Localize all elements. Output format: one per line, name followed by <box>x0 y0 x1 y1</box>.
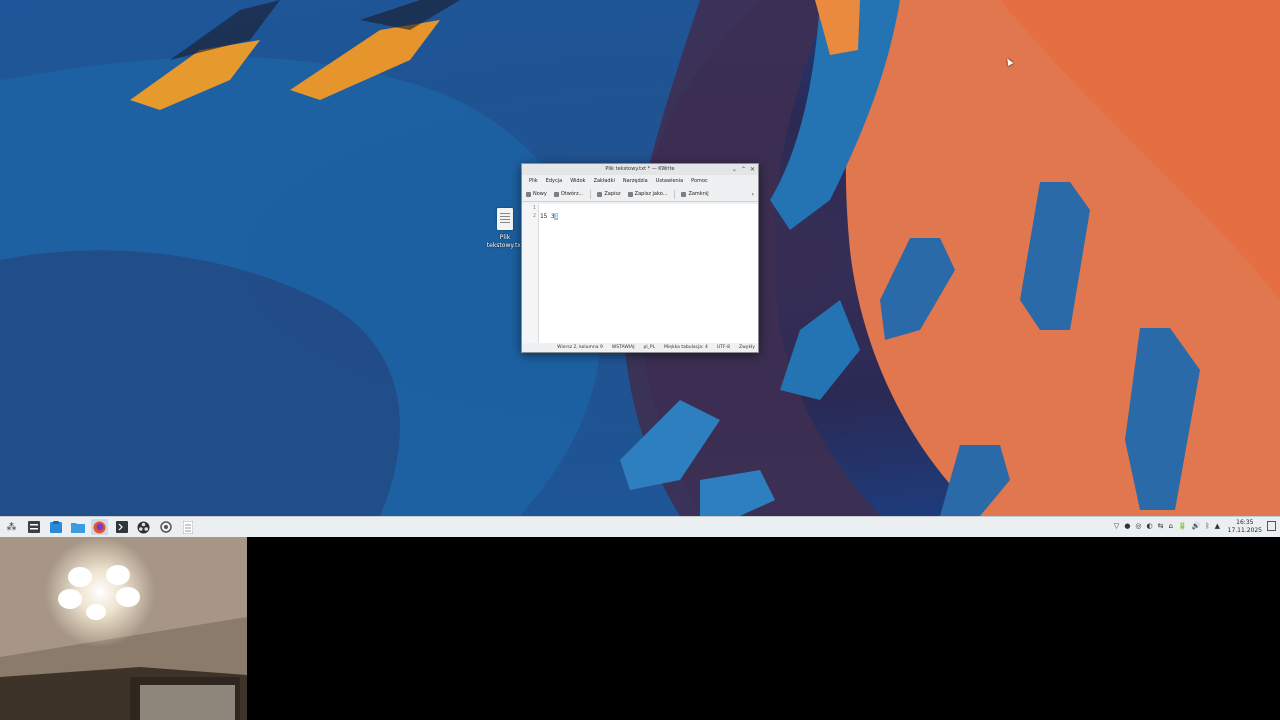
taskbar: ⁂ ▽ ● ◎ ◐ ⇆ ⌂ 🔋 🔊 ᛒ ▲ 16:35 17.11.2025 <box>0 516 1280 537</box>
show-desktop-button[interactable] <box>1267 521 1276 531</box>
webcam-preview <box>0 537 247 720</box>
save-icon <box>597 191 603 197</box>
tray-status-icon[interactable]: ◎ <box>1135 522 1141 530</box>
menu-file[interactable]: Plik <box>525 178 542 184</box>
menu-settings[interactable]: Ustawienia <box>652 178 687 184</box>
settings-icon <box>27 521 40 533</box>
new-file-icon <box>526 191 531 197</box>
application-launcher-button[interactable]: ⁂ <box>3 519 20 535</box>
input-mode[interactable]: WSTAWIAJ <box>612 345 635 350</box>
taskbar-item-app[interactable] <box>157 519 174 535</box>
new-button[interactable]: Nowy <box>526 191 547 197</box>
tray-volume-icon[interactable]: 🔊 <box>1192 522 1201 530</box>
file-encoding[interactable]: UTF-8 <box>717 345 730 350</box>
digital-clock[interactable]: 16:35 17.11.2025 <box>1228 519 1262 535</box>
line-2-text: 15 3 <box>540 213 555 220</box>
line-number: 1 <box>532 205 536 211</box>
save-button[interactable]: Zapisz <box>597 191 621 197</box>
taskbar-item-obs[interactable] <box>135 519 152 535</box>
menu-edit[interactable]: Edycja <box>542 178 567 184</box>
toolbar: Nowy Otwórz... Zapisz Zapisz jako... Zam… <box>522 187 758 202</box>
circle-app-icon <box>159 521 172 533</box>
tray-expand-icon[interactable]: ▲ <box>1215 522 1220 530</box>
firefox-icon <box>93 521 106 533</box>
close-document-label: Zamknij <box>688 191 709 197</box>
tray-obs-icon[interactable]: ● <box>1124 522 1130 530</box>
taskbar-item-terminal[interactable] <box>113 519 130 535</box>
text-editor[interactable]: 1 2 15 31 <box>522 204 758 344</box>
line-number: 2 <box>532 213 536 219</box>
close-button[interactable]: ✕ <box>750 164 755 175</box>
open-folder-icon <box>553 191 559 197</box>
taskbar-item-firefox[interactable] <box>91 519 108 535</box>
desktop-file-icon[interactable]: Plik tekstowy.txt <box>484 208 526 250</box>
cursor-position[interactable]: Wiersz 2, kolumna 9 <box>557 345 603 350</box>
save-as-icon <box>627 191 633 197</box>
tray-battery-icon[interactable]: 🔋 <box>1178 522 1187 530</box>
maximize-button[interactable]: ⌃ <box>741 164 746 175</box>
spellcheck-language[interactable]: pl_PL <box>644 345 656 350</box>
window-title: Plik tekstowy.txt * — KWrite <box>605 166 675 172</box>
new-label: Nowy <box>533 191 547 197</box>
save-as-button[interactable]: Zapisz jako... <box>627 191 668 197</box>
save-label: Zapisz <box>604 191 621 197</box>
store-icon <box>49 521 62 533</box>
tray-color-icon[interactable]: ◐ <box>1147 522 1153 530</box>
line-number-gutter: 1 2 <box>522 204 539 344</box>
menu-view[interactable]: Widok <box>566 178 589 184</box>
terminal-icon <box>115 521 128 533</box>
clock-date: 17.11.2025 <box>1227 527 1262 534</box>
desktop[interactable]: Plik tekstowy.txt Plik tekstowy.txt * — … <box>0 0 1280 516</box>
open-button[interactable]: Otwórz... <box>553 191 584 197</box>
tray-bluetooth-icon[interactable]: ᛒ <box>1205 522 1209 530</box>
system-tray: ▽ ● ◎ ◐ ⇆ ⌂ 🔋 🔊 ᛒ ▲ <box>1114 522 1220 530</box>
close-document-button[interactable]: Zamknij <box>681 191 709 197</box>
taskbar-item-discover[interactable] <box>47 519 64 535</box>
minimize-button[interactable]: ⌄ <box>732 164 737 175</box>
status-bar: Wiersz 2, kolumna 9 WSTAWIAJ pl_PL Miękk… <box>522 343 758 352</box>
tray-kdeconnect-icon[interactable]: ⇆ <box>1158 522 1164 530</box>
webcam-image <box>0 537 247 720</box>
kwrite-icon <box>182 520 193 534</box>
menu-help[interactable]: Pomoc <box>687 178 712 184</box>
close-document-icon <box>681 191 687 197</box>
menu-bar: Plik Edycja Widok Zakładki Narzędzia Ust… <box>522 175 758 187</box>
menu-bookmarks[interactable]: Zakładki <box>590 178 619 184</box>
text-file-icon <box>497 208 513 230</box>
open-label: Otwórz... <box>560 191 584 197</box>
selected-text: 1 <box>554 213 559 220</box>
kwrite-window[interactable]: Plik tekstowy.txt * — KWrite ⌄ ⌃ ✕ Plik … <box>521 163 759 353</box>
taskbar-item-dolphin[interactable] <box>69 519 86 535</box>
toolbar-separator <box>674 189 676 199</box>
save-as-label: Zapisz jako... <box>634 191 668 197</box>
obs-icon <box>137 521 150 533</box>
editor-content[interactable]: 15 31 <box>540 209 559 221</box>
tray-network-icon[interactable]: ⌂ <box>1169 522 1173 530</box>
clock-time: 16:35 <box>1236 519 1254 526</box>
toolbar-separator <box>590 189 592 199</box>
indentation-mode[interactable]: Miękka tabulacja: 4 <box>664 345 708 350</box>
folder-icon <box>70 523 85 533</box>
window-titlebar[interactable]: Plik tekstowy.txt * — KWrite ⌄ ⌃ ✕ <box>522 164 758 175</box>
menu-tools[interactable]: Narzędzia <box>619 178 652 184</box>
launcher-icon: ⁂ <box>6 521 17 533</box>
taskbar-item-system-settings[interactable] <box>25 519 42 535</box>
toolbar-overflow-button[interactable]: › <box>752 191 754 198</box>
tray-vault-icon[interactable]: ▽ <box>1114 522 1119 530</box>
syntax-mode[interactable]: Zwykły <box>739 345 755 350</box>
desktop-file-label: Plik tekstowy.txt <box>486 234 524 249</box>
taskbar-item-kwrite[interactable] <box>179 519 196 535</box>
